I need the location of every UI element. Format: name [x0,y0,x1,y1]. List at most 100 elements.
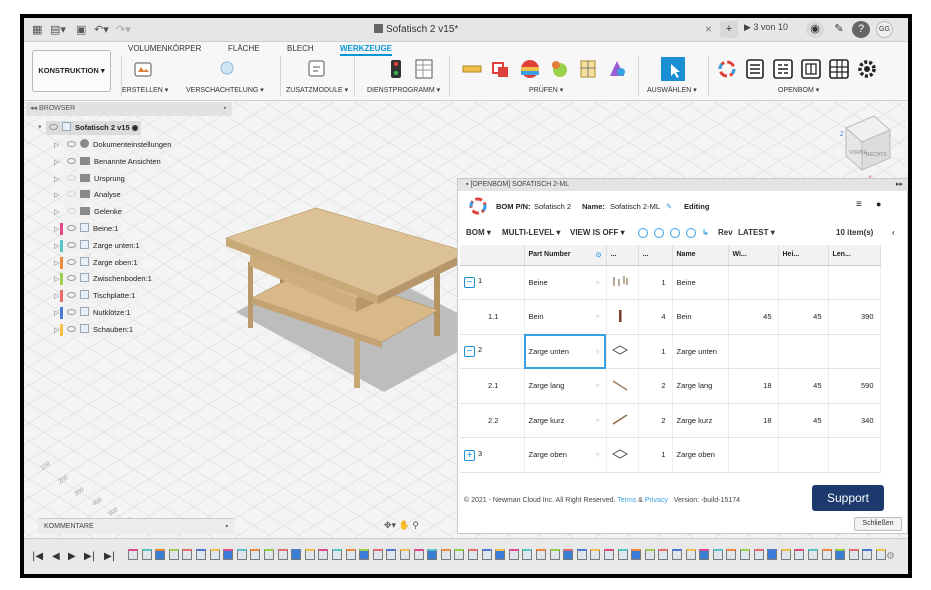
terms-link[interactable]: Terms [617,497,636,504]
group-openbom[interactable]: OPENBOM ▾ [778,86,819,94]
user-avatar[interactable]: GG [876,21,893,38]
up-arrow-icon[interactable] [638,228,648,238]
timeline-first-icon[interactable]: |◀ [32,551,43,562]
visibility-eye-icon[interactable] [49,124,58,130]
timeline-feature-icon[interactable] [372,549,383,560]
save-icon[interactable]: ▣ [76,23,86,36]
visibility-eye-icon[interactable] [67,141,76,147]
timeline-feature-icon[interactable] [631,549,642,560]
cell-width[interactable]: 45 [728,299,779,335]
visibility-eye-icon[interactable] [67,325,76,332]
col-header-width[interactable]: Wi... [728,245,779,266]
timeline-feature-icon[interactable] [604,549,614,560]
timeline-feature-icon[interactable] [345,549,356,560]
group-dienstprogramm[interactable]: DIENSTPROGRAMM ▾ [367,86,440,94]
timeline-play-icon[interactable]: ▶ [68,551,76,562]
user-person-icon[interactable]: ● [876,199,881,209]
group-verschachtelung[interactable]: VERSCHACHTELUNG ▾ [186,86,264,94]
section-analysis-icon[interactable] [577,58,599,80]
cell-name[interactable]: Zarge kurz [672,403,729,438]
collapse-row-icon[interactable]: − [464,346,475,358]
timeline-feature-icon[interactable] [332,549,342,560]
timeline-feature-icon[interactable] [250,549,261,560]
cell-part-number[interactable]: Beine ▿ [524,265,607,300]
notifications-icon[interactable]: ✎ [830,21,848,38]
visibility-eye-icon[interactable] [67,191,76,198]
tree-item[interactable]: Dokumenteinstellungen [64,138,175,152]
cell-height[interactable] [778,437,829,473]
cell-name[interactable]: Zarge oben [672,437,729,473]
timeline-feature-icon[interactable] [128,549,138,560]
cell-height[interactable]: 45 [778,299,829,335]
expand-arrow-icon[interactable]: ▷ [54,275,59,283]
interference-icon[interactable] [490,58,512,80]
redo-icon[interactable]: ↷▾ [116,23,131,36]
visibility-eye-icon[interactable] [67,225,76,231]
timeline-feature-icon[interactable] [740,549,750,560]
expand-arrow-icon[interactable]: ▷ [54,191,59,199]
timeline-feature-icon[interactable] [699,549,710,560]
collapse-row-icon[interactable]: − [464,277,475,289]
tree-item[interactable]: Analyse [64,188,124,203]
col-header-name[interactable]: Name [672,245,729,266]
timeline-feature-icon[interactable] [495,549,506,560]
support-button[interactable]: Support [812,485,884,511]
filter-icon[interactable]: ⊙ [596,251,602,259]
cell-quantity[interactable]: 4 [638,299,673,335]
workspace-switcher[interactable]: KONSTRUKTION ▾ [32,50,111,92]
timeline-feature-icon[interactable] [726,549,737,560]
utility-traffic-icon[interactable] [385,58,407,80]
indent-arrow-icon[interactable]: ↳ [702,228,709,237]
tab-werkzeuge[interactable]: WERKZEUGE [340,44,392,56]
bom-row[interactable]: −2 Zarge unten ▿ 1 Zarge unten [460,334,881,369]
browser-panel-header[interactable]: ◂◂ BROWSER ▪ [26,102,232,116]
timeline-feature-icon[interactable] [508,549,519,560]
expand-row-icon[interactable]: + [464,449,475,461]
online-status-icon[interactable]: ◉ [806,21,824,38]
visibility-eye-icon[interactable] [67,241,76,248]
col-header-length[interactable]: Len... [828,245,881,266]
cell-quantity[interactable]: 1 [638,437,673,473]
timeline-feature-icon[interactable] [672,549,682,560]
tree-item[interactable]: Zwischenboden:1 [60,272,155,287]
timeline-feature-icon[interactable] [155,549,166,560]
timeline-next-icon[interactable]: ▶| [84,551,95,562]
comments-panel[interactable]: KOMMENTARE ▪ [38,518,234,534]
timeline-feature-icon[interactable] [563,549,574,560]
cell-length[interactable] [828,265,881,300]
group-pruefen[interactable]: PRÜFEN ▾ [529,86,563,94]
cell-dropdown-icon[interactable]: ▿ [596,347,600,356]
group-auswaehlen[interactable]: AUSWÄHLEN ▾ [647,86,697,94]
cell-dropdown-icon[interactable]: ▿ [596,312,600,321]
tree-item[interactable]: Beine:1 [60,222,122,236]
expand-arrow-icon[interactable]: ▷ [54,242,59,250]
collapse-chevron-icon[interactable]: ‹ [892,228,895,237]
timeline-feature-icon[interactable] [848,549,859,560]
cell-name[interactable]: Zarge lang [672,368,729,404]
tree-item[interactable]: Zarge oben:1 [60,255,141,270]
tree-item[interactable]: Tischplatte:1 [60,289,139,304]
timeline-feature-icon[interactable] [522,549,533,560]
timeline-feature-icon[interactable] [304,549,315,560]
openbom-logo-icon[interactable] [716,58,738,80]
zoom-icon[interactable]: ⚲ [412,520,419,530]
utility-table-icon[interactable] [413,58,435,80]
visibility-eye-icon[interactable] [67,208,76,215]
timeline-feature-icon[interactable] [862,549,873,560]
addins-icon[interactable] [306,58,328,80]
expand-arrow-icon[interactable]: ▷ [54,326,59,334]
tab-flaeche[interactable]: FLÄCHE [228,44,260,53]
measure-icon[interactable] [461,58,483,80]
timeline-feature-icon[interactable] [617,549,628,560]
bom-row[interactable]: 2.1 Zarge lang ▿ 2 Zarge lang 18 45 590 [460,368,881,404]
cell-height[interactable] [778,265,829,300]
cell-dropdown-icon[interactable]: ▿ [596,416,600,425]
timeline-last-icon[interactable]: ▶| [104,551,115,562]
cell-length[interactable]: 390 [828,299,881,335]
bom-row[interactable]: −1 Beine ▿ 1 Beine [460,265,881,300]
timeline-feature-icon[interactable] [767,549,778,560]
down-arrow-icon[interactable] [654,228,664,238]
timeline-feature-icon[interactable] [413,549,424,560]
multilevel-dropdown[interactable]: MULTI-LEVEL ▾ [502,228,560,237]
openbom-catalog-icon[interactable] [800,58,822,80]
